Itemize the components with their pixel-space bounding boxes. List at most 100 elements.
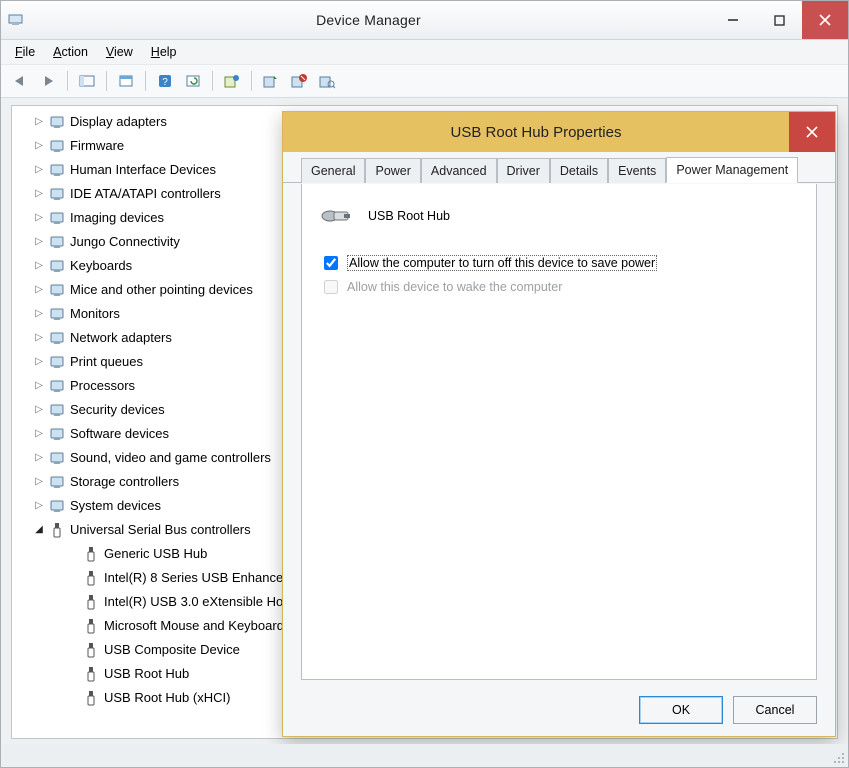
- device-category-icon: [48, 185, 66, 203]
- device-category-icon: [48, 257, 66, 275]
- device-category-icon: [48, 305, 66, 323]
- tree-node-label: Imaging devices: [70, 207, 164, 229]
- tab-power-management[interactable]: Power Management: [666, 157, 798, 183]
- tree-node-label: Jungo Connectivity: [70, 231, 180, 253]
- expand-arrow-icon[interactable]: ▷: [32, 279, 46, 301]
- usb-device-icon: [82, 617, 100, 635]
- device-category-icon: [48, 209, 66, 227]
- dialog-close-button[interactable]: [789, 112, 835, 152]
- option-allow-turn-off[interactable]: Allow the computer to turn off this devi…: [320, 253, 798, 273]
- tree-node-label: Software devices: [70, 423, 169, 445]
- device-category-icon: [48, 449, 66, 467]
- maximize-button[interactable]: [756, 1, 802, 39]
- expand-arrow-icon[interactable]: ▷: [32, 399, 46, 421]
- expand-arrow-icon[interactable]: ▷: [32, 135, 46, 157]
- tree-node-label: Universal Serial Bus controllers: [70, 519, 251, 541]
- tree-node-label: USB Root Hub: [104, 663, 189, 685]
- menu-help[interactable]: Help: [151, 45, 177, 59]
- usb-device-icon: [82, 545, 100, 563]
- expand-arrow-icon[interactable]: ▷: [32, 471, 46, 493]
- expand-arrow-icon[interactable]: ▷: [32, 303, 46, 325]
- toolbar-back[interactable]: [7, 68, 33, 94]
- expand-arrow-icon[interactable]: ▷: [32, 375, 46, 397]
- app-icon: [7, 10, 27, 30]
- ok-button[interactable]: OK: [639, 696, 723, 724]
- tree-node-label: Display adapters: [70, 111, 167, 133]
- option-allow-wake-label: Allow this device to wake the computer: [347, 280, 562, 294]
- toolbar-enable[interactable]: [258, 68, 284, 94]
- usb-device-icon: [82, 665, 100, 683]
- device-category-icon: [48, 281, 66, 299]
- dialog-title-bar: USB Root Hub Properties: [283, 112, 835, 152]
- expand-arrow-icon[interactable]: ▷: [32, 111, 46, 133]
- tree-node-label: USB Root Hub (xHCI): [104, 687, 230, 709]
- toolbar: ?: [1, 64, 848, 98]
- usb-device-icon: [82, 641, 100, 659]
- tree-node-label: Network adapters: [70, 327, 172, 349]
- expand-arrow-icon[interactable]: ▷: [32, 231, 46, 253]
- device-category-icon: [48, 473, 66, 491]
- menu-view[interactable]: View: [106, 45, 133, 59]
- close-button[interactable]: [802, 1, 848, 39]
- expand-arrow-icon[interactable]: ▷: [32, 255, 46, 277]
- device-category-icon: [48, 233, 66, 251]
- expand-arrow-icon[interactable]: ▷: [32, 327, 46, 349]
- toolbar-disable[interactable]: [286, 68, 312, 94]
- minimize-button[interactable]: [710, 1, 756, 39]
- checkbox-allow-turn-off[interactable]: [324, 256, 338, 270]
- menu-action[interactable]: Action: [53, 45, 88, 59]
- expand-arrow-icon[interactable]: ▷: [32, 351, 46, 373]
- tree-node-label: System devices: [70, 495, 161, 517]
- tree-node-label: Processors: [70, 375, 135, 397]
- tree-node-label: Monitors: [70, 303, 120, 325]
- device-name-label: USB Root Hub: [368, 209, 450, 223]
- expand-arrow-icon[interactable]: ▷: [32, 183, 46, 205]
- tab-advanced[interactable]: Advanced: [421, 158, 497, 183]
- device-category-icon: [48, 425, 66, 443]
- usb-device-icon: [82, 569, 100, 587]
- tab-events[interactable]: Events: [608, 158, 666, 183]
- expand-arrow-icon[interactable]: ▷: [32, 159, 46, 181]
- menu-bar: File Action View Help: [1, 40, 848, 64]
- tree-node-label: IDE ATA/ATAPI controllers: [70, 183, 221, 205]
- dialog-tab-bar: GeneralPowerAdvancedDriverDetailsEventsP…: [283, 152, 835, 183]
- expand-arrow-icon[interactable]: ▷: [32, 207, 46, 229]
- toolbar-show-hide-tree[interactable]: [74, 68, 100, 94]
- tree-node-label: Sound, video and game controllers: [70, 447, 271, 469]
- tree-node-label: Print queues: [70, 351, 143, 373]
- expand-arrow-icon[interactable]: ▷: [32, 447, 46, 469]
- usb-device-icon: [82, 689, 100, 707]
- device-category-icon: [48, 161, 66, 179]
- device-category-icon: [48, 329, 66, 347]
- toolbar-update-driver[interactable]: [219, 68, 245, 94]
- tab-details[interactable]: Details: [550, 158, 608, 183]
- toolbar-properties[interactable]: [113, 68, 139, 94]
- usb-device-icon: [320, 202, 354, 229]
- option-allow-turn-off-label: Allow the computer to turn off this devi…: [347, 255, 657, 271]
- checkbox-allow-wake: [324, 280, 338, 294]
- option-allow-wake: Allow this device to wake the computer: [320, 277, 798, 297]
- dialog-title: USB Root Hub Properties: [283, 124, 789, 141]
- expand-arrow-icon[interactable]: ◢: [32, 519, 46, 541]
- tab-panel-power-management: USB Root Hub Allow the computer to turn …: [301, 184, 817, 680]
- menu-file[interactable]: File: [15, 45, 35, 59]
- svg-text:?: ?: [162, 77, 168, 88]
- expand-arrow-icon[interactable]: ▷: [32, 423, 46, 445]
- device-category-icon: [48, 401, 66, 419]
- expand-arrow-icon[interactable]: ▷: [32, 495, 46, 517]
- tree-node-label: USB Composite Device: [104, 639, 240, 661]
- device-category-icon: [48, 521, 66, 539]
- tab-general[interactable]: General: [301, 158, 365, 183]
- toolbar-scan-hardware[interactable]: [314, 68, 340, 94]
- tree-node-label: Security devices: [70, 399, 165, 421]
- cancel-button[interactable]: Cancel: [733, 696, 817, 724]
- toolbar-forward[interactable]: [35, 68, 61, 94]
- toolbar-refresh[interactable]: [180, 68, 206, 94]
- tree-node-label: Mice and other pointing devices: [70, 279, 253, 301]
- device-category-icon: [48, 353, 66, 371]
- tree-node-label: Storage controllers: [70, 471, 179, 493]
- resize-grip-icon[interactable]: [831, 750, 845, 764]
- toolbar-help[interactable]: ?: [152, 68, 178, 94]
- tab-driver[interactable]: Driver: [497, 158, 550, 183]
- tab-power[interactable]: Power: [365, 158, 420, 183]
